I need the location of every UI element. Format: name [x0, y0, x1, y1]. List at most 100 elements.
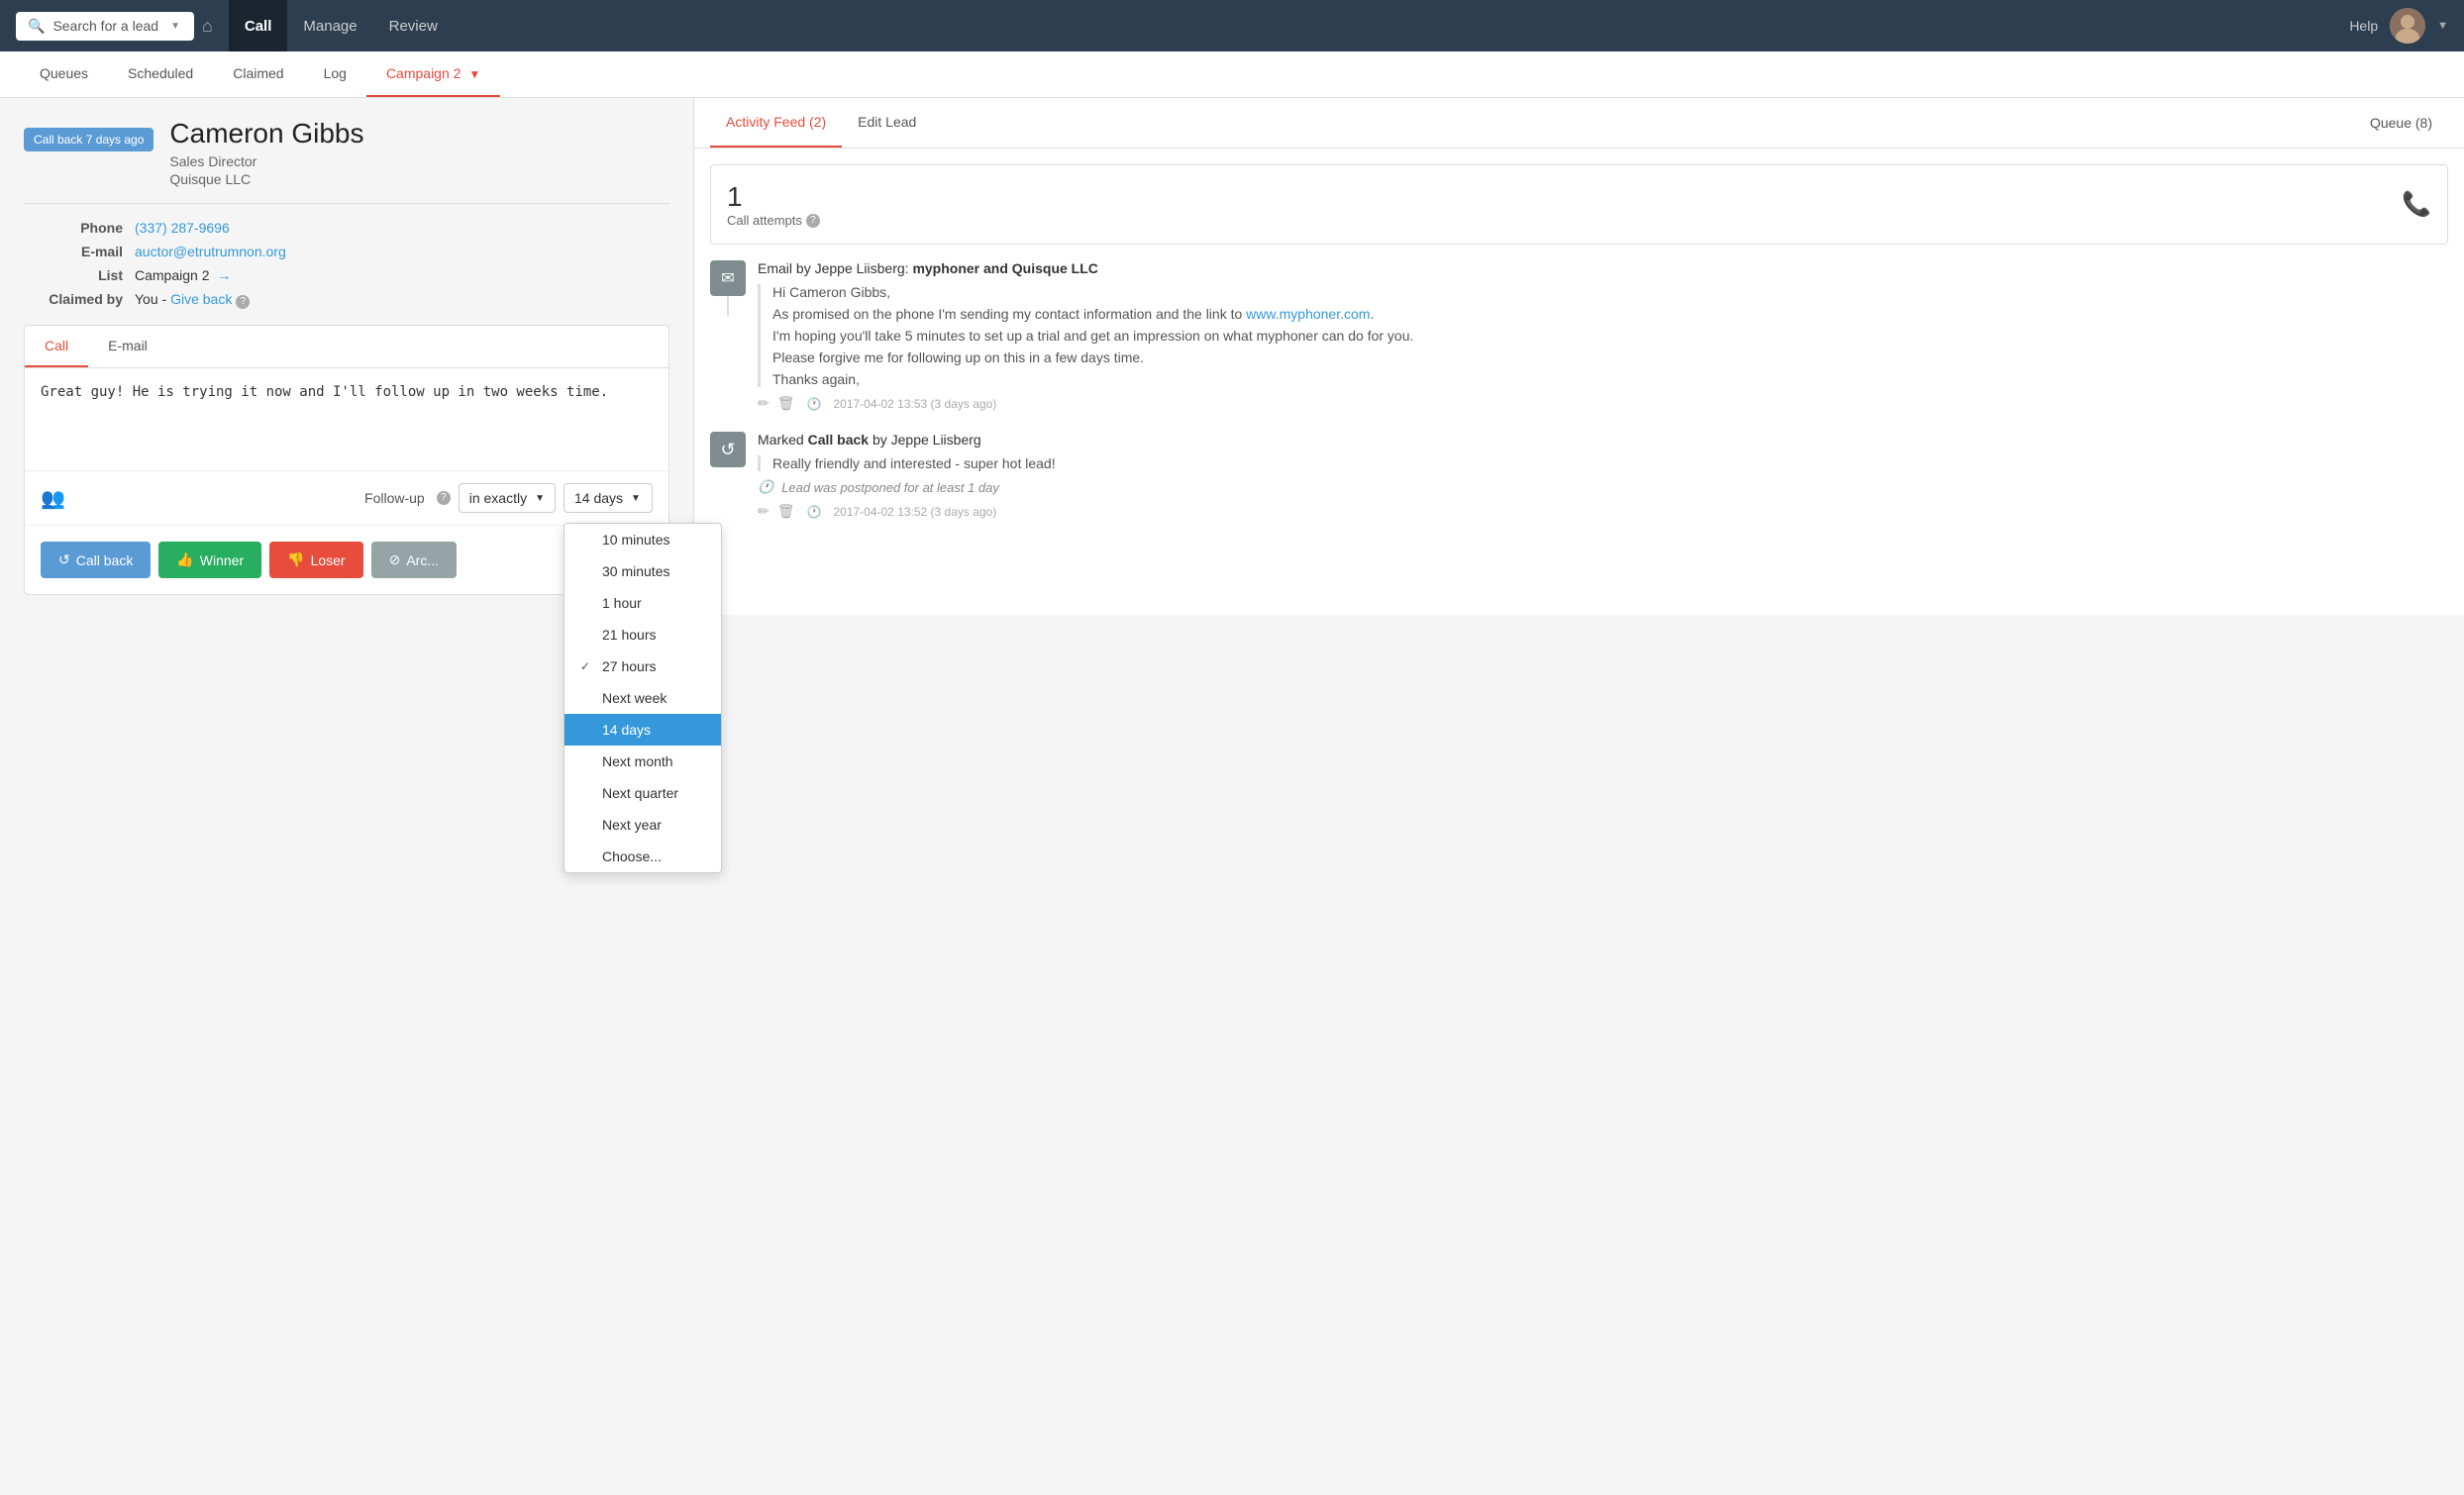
email-timeline-icon: ✉ [710, 260, 746, 296]
chevron-down-icon: ▼ [170, 21, 180, 32]
follow-up-preset-select[interactable]: in exactly ▼ [459, 483, 556, 513]
dropdown-item-8[interactable]: Next quarter [565, 777, 721, 809]
email-title: Email by Jeppe Liisberg: myphoner and Qu… [758, 260, 2448, 276]
tab-activity-feed[interactable]: Activity Feed (2) [710, 98, 842, 148]
phone-icon: 📞 [2402, 190, 2431, 219]
timeline: ✉ Email by Jeppe Liisberg: myphoner and … [694, 260, 2464, 520]
follow-up-area: 👥 Follow-up ? in exactly ▼ 14 days ▼ [25, 470, 668, 525]
call-tabs: Call E-mail [25, 326, 668, 368]
divider-1 [24, 203, 669, 204]
thumbs-down-icon: 👎 [287, 551, 304, 568]
follow-up-value-wrapper: 14 days ▼ 10 minutes 30 minutes [564, 483, 653, 513]
nav-links: Call Manage Review [229, 0, 454, 51]
tab-email[interactable]: E-mail [88, 326, 167, 367]
edit-icon-2[interactable]: ✏ [758, 503, 770, 520]
postpone-clock-icon: 🕐 [758, 479, 773, 495]
thumbs-up-icon: 👍 [176, 551, 193, 568]
lead-company: Quisque LLC [169, 171, 363, 187]
lead-header: Call back 7 days ago Cameron Gibbs Sales… [24, 118, 669, 187]
campaign-dropdown-icon: ▼ [468, 67, 480, 81]
callback-button[interactable]: ↺ Call back [41, 542, 151, 578]
search-placeholder: Search for a lead [52, 18, 158, 34]
call-attempts-number: 1 [727, 181, 820, 213]
tab-edit-lead[interactable]: Edit Lead [842, 98, 932, 148]
email-label: E-mail [24, 244, 123, 259]
left-panel: Call back 7 days ago Cameron Gibbs Sales… [0, 98, 693, 615]
loser-button[interactable]: 👎 Loser [269, 542, 362, 578]
myphoner-link[interactable]: www.myphoner.com [1246, 306, 1370, 322]
nav-manage[interactable]: Manage [287, 0, 372, 51]
dropdown-menu: 10 minutes 30 minutes 1 hour 21 hou [564, 523, 722, 873]
queue-label: Queue (8) [2354, 99, 2448, 147]
callback-timeline-content: Marked Call back by Jeppe Liisberg Reall… [758, 432, 2448, 520]
edit-icon[interactable]: ✏ [758, 395, 770, 412]
give-back-link[interactable]: Give back [170, 291, 232, 307]
home-icon[interactable]: ⌂ [202, 16, 213, 37]
call-note-input[interactable] [25, 368, 668, 467]
call-attempts-label: Call attempts ? [727, 213, 820, 228]
email-footer: ✏ 🗑 🕐 2017-04-02 13:53 (3 days ago) [758, 395, 2448, 412]
dropdown-item-6[interactable]: 14 days [565, 714, 721, 746]
email-value[interactable]: auctor@etrutrumnon.org [135, 244, 669, 259]
timeline-item-1: ↺ Marked Call back by Jeppe Liisberg Rea… [710, 432, 2448, 520]
follow-up-value-select[interactable]: 14 days ▼ [564, 483, 653, 513]
sub-nav: Queues Scheduled Claimed Log Campaign 2 … [0, 51, 2464, 98]
nav-call[interactable]: Call [229, 0, 288, 51]
stats-card: 1 Call attempts ? 📞 [710, 164, 2448, 245]
list-label: List [24, 267, 123, 283]
search-box[interactable]: 🔍 Search for a lead ▼ [16, 12, 194, 41]
dropdown-item-2[interactable]: 1 hour [565, 587, 721, 619]
delete-icon[interactable]: 🗑 [777, 395, 795, 412]
tab-call[interactable]: Call [25, 326, 88, 367]
give-back-help-icon[interactable]: ? [236, 295, 250, 309]
winner-button[interactable]: 👍 Winner [158, 542, 261, 578]
top-nav: 🔍 Search for a lead ▼ ⌂ Call Manage Revi… [0, 0, 2464, 51]
email-timeline-content: Email by Jeppe Liisberg: myphoner and Qu… [758, 260, 2448, 412]
dropdown-item-1[interactable]: 30 minutes [565, 555, 721, 587]
dropdown-item-7[interactable]: Next month [565, 746, 721, 777]
callback-timeline-icon: ↺ [710, 432, 746, 467]
lead-name: Cameron Gibbs [169, 118, 363, 150]
dropdown-item-9[interactable]: Next year [565, 809, 721, 841]
nav-review[interactable]: Review [373, 0, 454, 51]
email-quote: Hi Cameron Gibbs, As promised on the pho… [758, 284, 2448, 387]
right-tabs: Activity Feed (2) Edit Lead Queue (8) [694, 98, 2464, 149]
contact-info: Phone (337) 287-9696 E-mail auctor@etrut… [24, 220, 669, 309]
help-label[interactable]: Help [2349, 18, 2378, 34]
call-card: Call E-mail 👥 Follow-up ? in exactly ▼ 1… [24, 325, 669, 595]
subnav-log[interactable]: Log [304, 51, 366, 97]
avatar[interactable] [2390, 8, 2425, 44]
archive-button[interactable]: ⊘ Arc... [371, 542, 457, 578]
postponed-note: 🕐 Lead was postponed for at least 1 day [758, 479, 2448, 495]
avatar-chevron[interactable]: ▼ [2437, 20, 2448, 32]
follow-up-label: Follow-up [364, 490, 425, 506]
clock-icon-1: 🕐 [807, 505, 822, 519]
callback-quote: Really friendly and interested - super h… [758, 455, 2448, 471]
right-panel: Activity Feed (2) Edit Lead Queue (8) 1 … [693, 98, 2464, 615]
subnav-campaign[interactable]: Campaign 2 ▼ [366, 51, 500, 97]
callback-title: Marked Call back by Jeppe Liisberg [758, 432, 2448, 448]
subnav-queues[interactable]: Queues [20, 51, 108, 97]
delete-icon-2[interactable]: 🗑 [777, 503, 795, 520]
subnav-claimed[interactable]: Claimed [213, 51, 303, 97]
list-arrow-icon[interactable]: → [217, 267, 231, 283]
nav-right: Help ▼ [2349, 8, 2448, 44]
dropdown-item-3[interactable]: 21 hours [565, 619, 721, 650]
main-content: Call back 7 days ago Cameron Gibbs Sales… [0, 98, 2464, 615]
phone-value[interactable]: (337) 287-9696 [135, 220, 669, 236]
preset-chevron-icon: ▼ [535, 493, 545, 504]
stats-help-icon[interactable]: ? [806, 214, 820, 228]
dropdown-item-0[interactable]: 10 minutes [565, 524, 721, 555]
refresh-icon: ↺ [58, 551, 70, 568]
subnav-scheduled[interactable]: Scheduled [108, 51, 213, 97]
dropdown-item-4[interactable]: ✓ 27 hours [565, 650, 721, 682]
archive-icon: ⊘ [389, 551, 401, 568]
callout-badge: Call back 7 days ago [24, 128, 154, 151]
people-icon: 👥 [41, 486, 65, 511]
follow-up-help-icon[interactable]: ? [437, 491, 451, 505]
callback-footer: ✏ 🗑 🕐 2017-04-02 13:52 (3 days ago) [758, 503, 2448, 520]
search-icon: 🔍 [28, 18, 45, 35]
claimed-label: Claimed by [24, 291, 123, 309]
dropdown-item-10[interactable]: Choose... [565, 841, 721, 872]
dropdown-item-5[interactable]: Next week [565, 682, 721, 714]
